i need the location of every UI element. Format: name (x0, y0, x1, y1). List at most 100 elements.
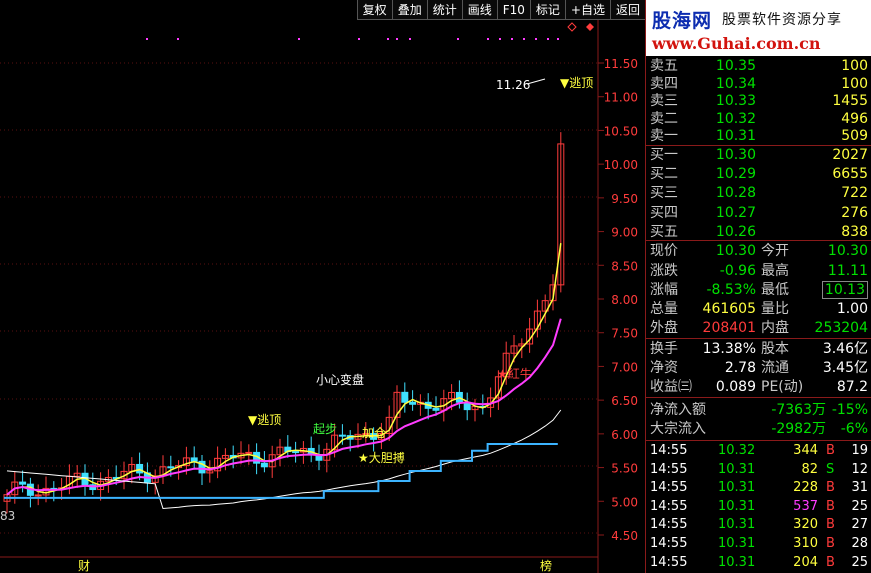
inner-value: 253204 (814, 320, 868, 336)
draw-line-button[interactable]: 画线 (461, 0, 497, 20)
sell-level-row[interactable]: 卖一 10.31 509 (646, 127, 871, 145)
flow-row-block: 大宗流入 -2982万 -6% (646, 420, 871, 438)
trade-volume: 344 (793, 443, 818, 458)
current-price-value: 10.30 (715, 243, 756, 259)
buy-level-price: 10.27 (715, 204, 756, 221)
signal-dot (457, 38, 459, 40)
price-axis-label: 9.00 (611, 226, 638, 240)
sell-level-row[interactable]: 卖二 10.32 496 (646, 110, 871, 128)
buy-level-price: 10.29 (715, 166, 756, 183)
buy-level-row[interactable]: 买二 10.29 6655 (646, 165, 871, 183)
trade-count: 27 (851, 517, 868, 533)
flow-row-net: 净流入额 -7363万 -15% (646, 401, 871, 419)
signal-dot (499, 38, 501, 40)
candle-body (292, 451, 300, 454)
trade-time: 14:55 (650, 536, 688, 551)
trade-row[interactable]: 14:55 10.31 320 B 27 (646, 516, 871, 534)
time-axis-label: 财 (78, 559, 90, 573)
mark-button[interactable]: 标记 (529, 0, 565, 20)
trade-price: 10.31 (718, 554, 756, 570)
trade-row[interactable]: 14:55 10.32 344 B 19 (646, 442, 871, 460)
price-axis-label: 5.50 (611, 462, 638, 476)
overlay-button[interactable]: 叠加 (391, 0, 427, 20)
price-axis-label: 10.50 (604, 124, 638, 138)
buy-level-label: 买三 (650, 185, 678, 202)
sell-level-row[interactable]: 卖四 10.34 100 (646, 75, 871, 93)
price-axis-label: 6.50 (611, 394, 638, 408)
price-axis-label: 6.00 (611, 428, 638, 442)
kline-chart[interactable]: 11.50 11.00 10.50 10.00 9.50 9.00 8.50 8.00 7.50… (0, 0, 645, 573)
change-value: -0.96 (719, 263, 756, 279)
escape-top-signal: ▼逃顶 (248, 413, 281, 427)
quote-row-pct: 涨幅 -8.53% 最低 10.13 (646, 281, 871, 299)
volume-ratio-label: 量比 (761, 301, 789, 317)
equity-value: 3.46亿 (822, 341, 868, 357)
trade-count: 12 (851, 461, 868, 477)
trade-time: 14:55 (650, 517, 688, 533)
trade-row[interactable]: 14:55 10.31 228 B 31 (646, 479, 871, 497)
buy-level-row[interactable]: 买三 10.28 722 (646, 184, 871, 202)
block-inflow-pct: -6% (840, 421, 868, 437)
net-inflow-label: 净流入额 (650, 402, 706, 418)
sell-level-row[interactable]: 卖三 10.33 1455 (646, 92, 871, 110)
change-label: 涨跌 (650, 263, 678, 279)
eps-label: 收益㈢ (650, 379, 692, 395)
buy-level-volume: 838 (841, 223, 868, 240)
trade-row[interactable]: 14:55 10.31 310 B 28 (646, 535, 871, 553)
price-axis-label: 9.50 (611, 192, 638, 206)
candle-body (245, 451, 253, 454)
escape-top-signal: ▼逃顶 (560, 76, 593, 90)
site-logo[interactable]: 股海网 股票软件资源分享 www.Guhai.com.cn (646, 0, 871, 56)
buy-level-label: 买四 (650, 204, 678, 221)
price-axis-label: 11.50 (604, 57, 638, 71)
trade-row[interactable]: 14:55 10.31 537 B 25 (646, 498, 871, 516)
f10-button[interactable]: F10 (496, 0, 530, 20)
logo-url: www.Guhai.com.cn (652, 34, 821, 53)
low-label: 最低 (761, 282, 789, 298)
candle-body (34, 494, 42, 497)
trade-volume: 204 (793, 554, 818, 570)
signal-dot (511, 38, 513, 40)
trade-count: 31 (851, 480, 868, 496)
trade-volume: 537 (793, 498, 818, 514)
buy-level-volume: 2027 (832, 147, 868, 163)
add-watchlist-button[interactable]: +自选 (564, 0, 610, 20)
back-button[interactable]: 返回 (609, 0, 645, 20)
outer-label: 外盘 (650, 320, 678, 336)
trade-row[interactable]: 14:55 10.31 204 B 25 (646, 554, 871, 572)
restore-rights-button[interactable]: 复权 (356, 0, 392, 20)
candle-body (432, 407, 440, 411)
fund-row-eps: 收益㈢ 0.089 PE(动) 87.2 (646, 378, 871, 396)
signal-dot (535, 38, 537, 40)
trade-price: 10.31 (718, 480, 756, 496)
divider (646, 397, 871, 398)
price-axis-label: 8.00 (611, 293, 638, 307)
kline-chart-area[interactable]: 11.50 11.00 10.50 10.00 9.50 9.00 8.50 8.00 7.50… (0, 0, 645, 573)
quote-row-outer-inner: 外盘 208401 内盘 253204 (646, 319, 871, 337)
sell-level-price: 10.34 (715, 75, 756, 92)
buy-level-volume: 276 (841, 204, 868, 221)
hold-stock-signal: ★紅牛 (497, 366, 532, 381)
volume-ratio-value: 1.00 (836, 301, 868, 317)
pct-value: -8.53% (706, 282, 756, 298)
signal-dot (396, 38, 398, 40)
buy-level-row[interactable]: 买五 10.26 838 (646, 223, 871, 241)
trade-price: 10.31 (718, 498, 756, 514)
sell-level-price: 10.35 (715, 58, 756, 74)
price-axis-label: 4.50 (611, 529, 638, 543)
divider (646, 338, 871, 339)
signal-dot (298, 38, 300, 40)
sell-level-row[interactable]: 卖五 10.35 100 (646, 57, 871, 75)
trade-row[interactable]: 14:55 10.31 82 S 12 (646, 461, 871, 479)
inner-label: 内盘 (761, 320, 789, 336)
buy-level-row[interactable]: 买一 10.30 2027 (646, 146, 871, 164)
open-label: 今开 (761, 243, 789, 259)
trade-volume: 228 (793, 480, 818, 496)
high-value: 11.11 (827, 263, 868, 279)
statistics-button[interactable]: 统计 (426, 0, 462, 20)
sell-level-label: 卖三 (650, 93, 678, 110)
buy-level-row[interactable]: 买四 10.27 276 (646, 204, 871, 222)
turnover-value: 13.38% (702, 341, 756, 357)
careful-change-signal: 小心变盘 (316, 372, 364, 387)
trade-side: B (826, 480, 835, 496)
